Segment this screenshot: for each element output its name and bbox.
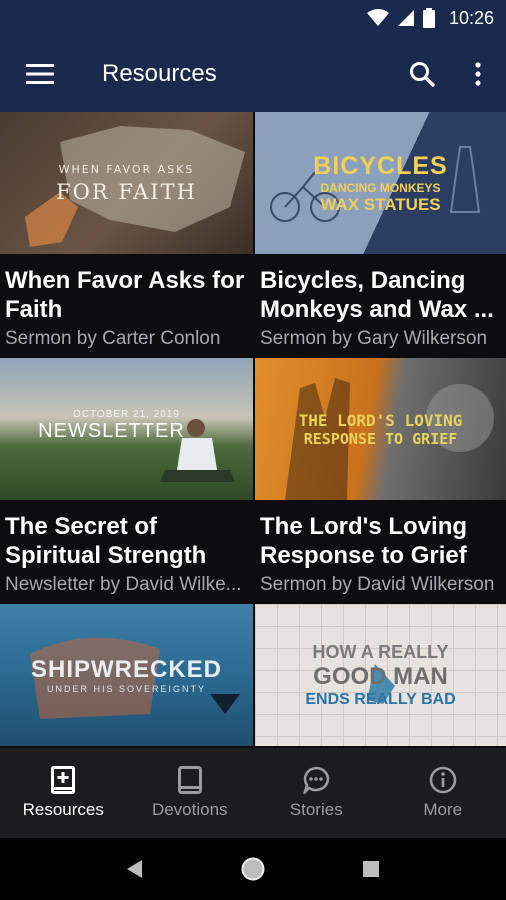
search-icon bbox=[410, 62, 435, 87]
wifi-icon bbox=[366, 9, 389, 26]
resource-card[interactable]: WHEN FAVOR ASKS FOR FAITH When Favor Ask… bbox=[0, 112, 253, 358]
thumbnail-image: OCTOBER 21, 2019 NEWSLETTER bbox=[0, 358, 253, 500]
nav-item-resources[interactable]: Resources bbox=[0, 748, 127, 838]
back-icon[interactable] bbox=[126, 859, 144, 879]
recents-icon[interactable] bbox=[362, 860, 380, 878]
resource-grid: WHEN FAVOR ASKS FOR FAITH When Favor Ask… bbox=[0, 112, 506, 748]
card-title: Bicycles, Dancing Monkeys and Wax ... bbox=[260, 267, 494, 323]
card-subtitle: Sermon by David Wilkerson bbox=[260, 574, 495, 595]
book-plus-icon bbox=[51, 766, 76, 794]
thumbnail-image: WHEN FAVOR ASKS FOR FAITH bbox=[0, 112, 253, 254]
battery-icon bbox=[422, 8, 435, 28]
thumbnail-image: SHIPWRECKED UNDER HIS SOVEREIGNTY bbox=[0, 604, 253, 746]
thumb-text-line1: SHIPWRECKED bbox=[30, 656, 222, 683]
thumb-text-line2: GOOD MAN bbox=[313, 662, 448, 690]
more-vertical-icon bbox=[475, 62, 481, 86]
status-time: 10:26 bbox=[448, 7, 494, 28]
resource-card[interactable]: THE LORD'S LOVING RESPONSE TO GRIEF The … bbox=[253, 358, 506, 604]
overflow-menu-button[interactable] bbox=[450, 36, 506, 112]
status-bar: 10:26 bbox=[0, 0, 506, 36]
nav-item-more[interactable]: More bbox=[380, 748, 506, 838]
system-navigation-bar bbox=[0, 838, 506, 900]
thumb-text-line1: HOW A REALLY bbox=[312, 641, 449, 662]
bottom-navigation: Resources Devotions Stories More bbox=[0, 748, 506, 838]
card-title: The Secret of Spiritual Strength bbox=[5, 513, 207, 569]
chat-bubble-icon bbox=[303, 766, 330, 794]
page-title: Resources bbox=[102, 60, 217, 87]
thumb-text-line1: WHEN FAVOR ASKS bbox=[58, 162, 195, 176]
resource-card[interactable]: OCTOBER 21, 2019 NEWSLETTER The Secret o… bbox=[0, 358, 253, 604]
thumb-text-line2: UNDER HIS SOVEREIGNTY bbox=[46, 684, 207, 694]
card-subtitle: Newsletter by David Wilke... bbox=[5, 574, 242, 595]
book-icon bbox=[177, 766, 202, 794]
thumbnail-image: BICYCLES DANCING MONKEYS WAX STATUES bbox=[255, 112, 506, 254]
thumb-text-line2: FOR FAITH bbox=[56, 179, 197, 204]
home-icon[interactable] bbox=[240, 856, 266, 882]
menu-button[interactable] bbox=[0, 36, 80, 112]
search-button[interactable] bbox=[394, 36, 450, 112]
card-subtitle: Sermon by Carter Conlon bbox=[5, 328, 221, 349]
thumb-text-line3: WAX STATUES bbox=[320, 194, 441, 214]
app-bar: Resources bbox=[0, 36, 506, 112]
resource-card[interactable]: BICYCLES DANCING MONKEYS WAX STATUES Bic… bbox=[253, 112, 506, 358]
thumb-text-line1: THE LORD'S LOVING bbox=[298, 410, 463, 430]
thumb-text-line2: RESPONSE TO GRIEF bbox=[303, 429, 458, 448]
card-subtitle: Sermon by Gary Wilkerson bbox=[260, 328, 488, 349]
thumb-text-line2: NEWSLETTER bbox=[38, 420, 185, 442]
thumbnail-image: HOW A REALLY GOOD MAN ENDS REALLY BAD bbox=[255, 604, 506, 746]
resource-card[interactable]: HOW A REALLY GOOD MAN ENDS REALLY BAD bbox=[253, 604, 506, 748]
thumb-text-line1: BICYCLES bbox=[313, 151, 448, 180]
info-icon bbox=[429, 766, 457, 794]
thumb-text-line3: ENDS REALLY BAD bbox=[305, 690, 456, 708]
thumbnail-image: THE LORD'S LOVING RESPONSE TO GRIEF bbox=[255, 358, 506, 500]
nav-item-devotions[interactable]: Devotions bbox=[127, 748, 254, 838]
resource-card[interactable]: SHIPWRECKED UNDER HIS SOVEREIGNTY bbox=[0, 604, 253, 748]
card-title: When Favor Asks for Faith bbox=[5, 267, 245, 323]
signal-icon bbox=[397, 10, 414, 26]
hamburger-menu-icon bbox=[26, 64, 54, 84]
thumb-text-line2: DANCING MONKEYS bbox=[320, 180, 441, 195]
nav-item-stories[interactable]: Stories bbox=[253, 748, 380, 838]
card-title: The Lord's Loving Response to Grief bbox=[260, 513, 468, 569]
thumb-text-line1: OCTOBER 21, 2019 bbox=[73, 409, 180, 420]
